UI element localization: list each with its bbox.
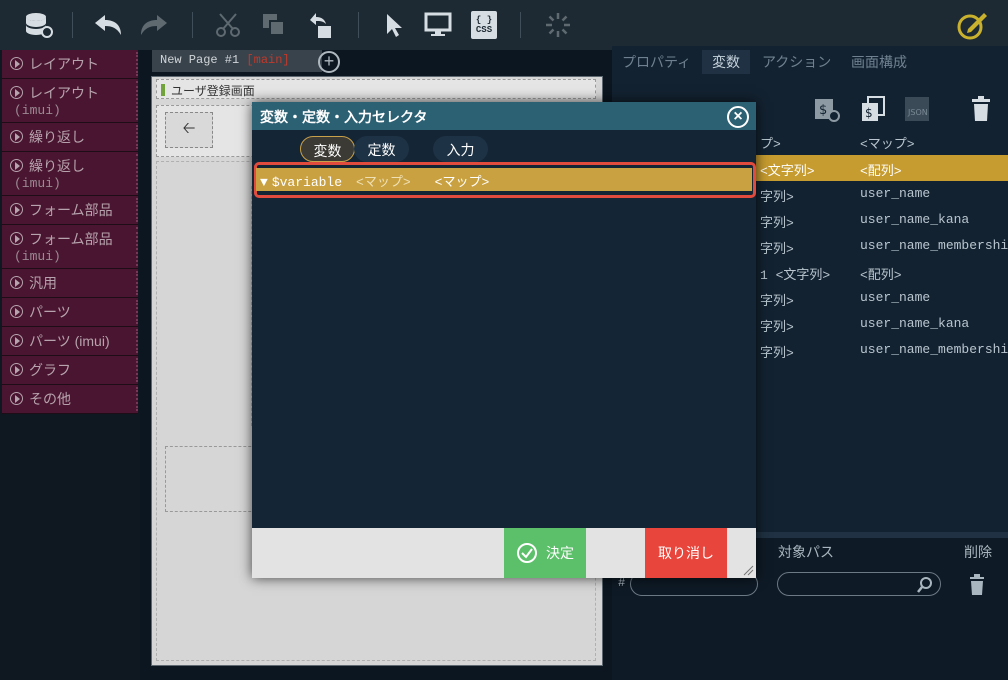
palette-item-layout-imui[interactable]: レイアウト (imui) (2, 79, 138, 123)
play-icon (10, 363, 23, 376)
resize-grip-icon[interactable] (742, 564, 754, 576)
tab-input[interactable]: 入力 (433, 136, 488, 162)
target-path-label: 対象パス (778, 544, 834, 560)
variable-value-type: <マップ> (434, 175, 490, 190)
tab-variables[interactable]: 変数 (702, 50, 750, 74)
page-tab[interactable]: New Page #1 [main] (152, 50, 322, 72)
play-icon (10, 57, 23, 70)
play-icon (10, 130, 23, 143)
palette-item-parts-imui[interactable]: パーツ (imui) (2, 327, 138, 356)
svg-text:$: $ (819, 103, 827, 118)
variable-type: <マップ> (356, 175, 411, 190)
variable-selector-dialog: 変数・定数・入力セレクタ × 変数 定数 入力 ▼ $variable <マップ> <… (252, 102, 756, 578)
play-icon (10, 232, 23, 245)
play-icon (10, 86, 23, 99)
canvas-block[interactable] (165, 446, 261, 512)
play-icon (10, 276, 23, 289)
canvas-page-heading[interactable]: ユーザ登録画面 (156, 79, 596, 99)
play-icon (10, 159, 23, 172)
tab-screen-structure[interactable]: 画面構成 (841, 50, 917, 74)
main-toolbar: { } CSS (0, 0, 1008, 50)
database-icon[interactable] (20, 8, 56, 42)
tab-properties[interactable]: プロパティ (612, 50, 701, 74)
pointer-icon[interactable] (376, 8, 412, 42)
copy-icon[interactable] (256, 8, 292, 42)
svg-text:JSON: JSON (907, 108, 928, 117)
css-icon[interactable]: { } CSS (466, 8, 502, 42)
palette-item-other[interactable]: その他 (2, 385, 138, 414)
cut-icon[interactable] (210, 8, 246, 42)
back-arrow-icon[interactable]: 🡠 (165, 112, 213, 148)
expand-arrow-icon[interactable]: ▼ (260, 175, 268, 190)
undo-icon[interactable] (90, 8, 126, 42)
palette-item-parts[interactable]: パーツ (2, 298, 138, 327)
hash-label: # (618, 576, 626, 590)
delete-label: 削除 (964, 544, 992, 560)
tab-constants[interactable]: 定数 (354, 136, 409, 162)
right-panel-tabs: プロパティ 変数 アクション 画面構成 (612, 46, 1008, 74)
palette-item-form-parts-imui[interactable]: フォーム部品 (imui) (2, 225, 138, 269)
heading-marker (161, 84, 165, 96)
add-page-icon[interactable]: + (318, 51, 340, 73)
palette-item-repeat-imui[interactable]: 繰り返し (imui) (2, 152, 138, 196)
paste-icon[interactable] (302, 8, 338, 42)
palette-item-form-parts[interactable]: フォーム部品 (2, 196, 138, 225)
palette-item-general[interactable]: 汎用 (2, 269, 138, 298)
palette-item-layout[interactable]: レイアウト (2, 50, 138, 79)
add-variable-icon[interactable]: $ (812, 94, 842, 124)
redo-icon[interactable] (136, 8, 172, 42)
palette-item-graph[interactable]: グラフ (2, 356, 138, 385)
dialog-footer: 決定 取り消し (252, 528, 756, 578)
trash-icon[interactable] (966, 94, 996, 124)
loading-spinner-icon (540, 8, 576, 42)
tab-variables[interactable]: 変数 (300, 136, 355, 162)
search-icon[interactable] (916, 576, 934, 594)
variable-name: $variable (271, 175, 343, 190)
close-icon[interactable]: × (727, 106, 749, 128)
json-icon[interactable]: JSON (902, 94, 932, 124)
preview-monitor-icon[interactable] (420, 8, 456, 42)
cancel-button[interactable]: 取り消し (645, 528, 727, 578)
tab-actions[interactable]: アクション (752, 50, 841, 74)
ok-button[interactable]: 決定 (504, 528, 586, 578)
copy-variable-icon[interactable]: $ (858, 94, 888, 124)
variable-tree-row[interactable]: ▼ $variable <マップ> <マップ> (256, 168, 752, 191)
play-icon (10, 392, 23, 405)
play-icon (10, 334, 23, 347)
play-icon (10, 203, 23, 216)
play-icon (10, 305, 23, 318)
palette-item-repeat[interactable]: 繰り返し (2, 123, 138, 152)
delete-row-icon[interactable] (968, 574, 986, 601)
target-path-input[interactable] (777, 572, 941, 596)
dialog-title: 変数・定数・入力セレクタ (252, 102, 756, 130)
component-palette: レイアウト レイアウト (imui) 繰り返し 繰り返し (imui) フォーム部品… (0, 50, 140, 680)
edit-pencil-icon[interactable] (954, 8, 990, 42)
check-circle-icon (517, 543, 537, 563)
svg-text:$: $ (865, 106, 873, 120)
